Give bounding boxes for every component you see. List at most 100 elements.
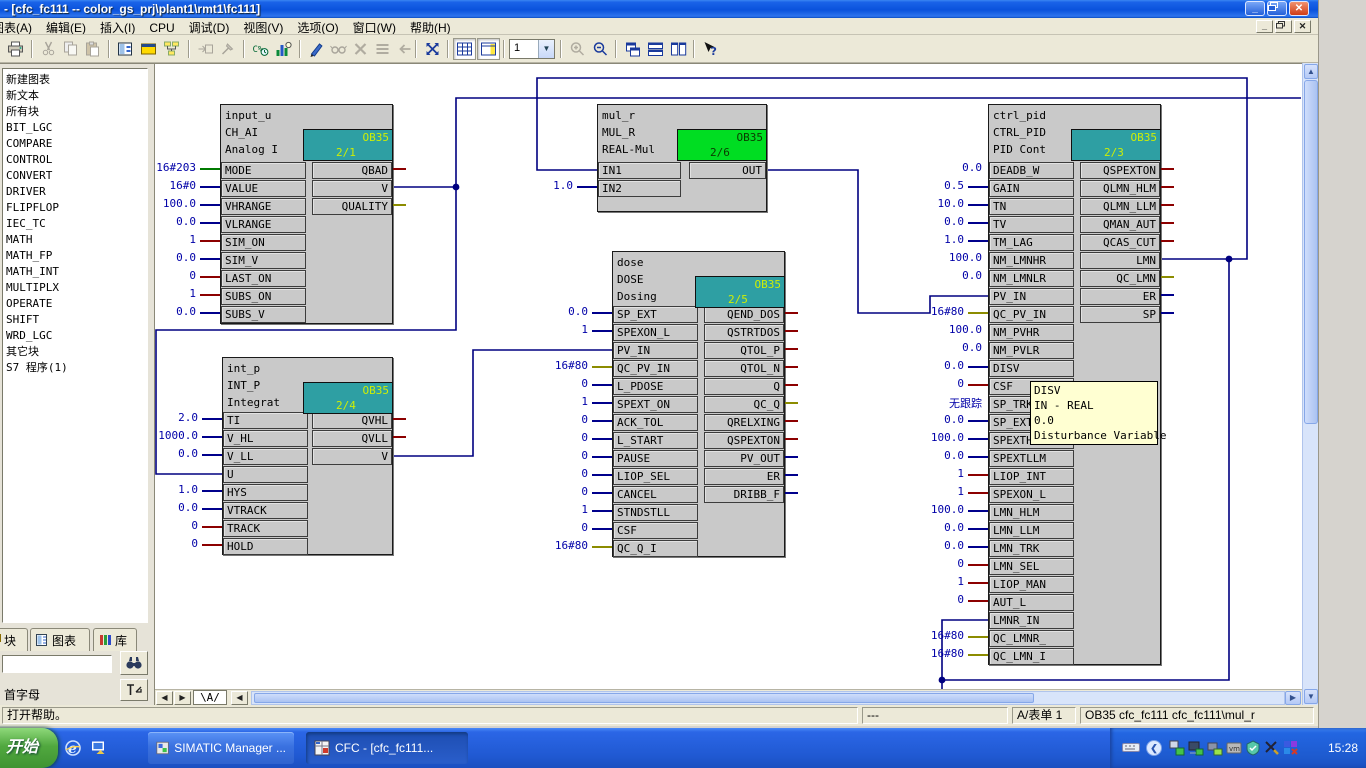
pin-value-dose-PAUSE[interactable]: 0 — [504, 449, 588, 462]
zoom-in-button[interactable] — [566, 38, 589, 60]
pin-value-dose-LIOP_SEL[interactable]: 0 — [504, 467, 588, 480]
pin-ctrl_pid-QSPEXTON[interactable]: QSPEXTON — [1080, 162, 1160, 179]
catalog-item-6[interactable]: CONVERT — [6, 168, 147, 184]
pin-ctrl_pid-NM_PVLR[interactable]: NM_PVLR — [989, 342, 1074, 359]
pin-int_p-V[interactable]: V — [312, 448, 392, 465]
pin-value-input_u-VALUE[interactable]: 16#0 — [155, 179, 196, 192]
pin-value-ctrl_pid-TV[interactable]: 0.0 — [880, 215, 964, 228]
pin-dose-Q[interactable]: Q — [704, 378, 784, 395]
pin-input_u-QUALITY[interactable]: QUALITY — [312, 198, 392, 215]
pin-dose-CSF[interactable]: CSF — [613, 522, 698, 539]
pin-value-input_u-LAST_ON[interactable]: 0 — [155, 269, 196, 282]
pin-value-ctrl_pid-LMN_LLM[interactable]: 0.0 — [880, 521, 964, 534]
pin-ctrl_pid-DEADB_W[interactable]: DEADB_W — [989, 162, 1074, 179]
pin-value-ctrl_pid-LMN_SEL[interactable]: 0 — [880, 557, 964, 570]
pin-value-dose-CSF[interactable]: 0 — [504, 521, 588, 534]
block-badge-dose[interactable]: OB352/5 — [695, 276, 785, 308]
menu-item-5[interactable]: 视图(V) — [236, 18, 290, 35]
child-restore-button[interactable] — [1275, 20, 1292, 33]
pin-value-dose-STNDSTLL[interactable]: 1 — [504, 503, 588, 516]
pin-ctrl_pid-QC_PV_IN[interactable]: QC_PV_IN — [989, 306, 1074, 323]
pin-int_p-V_LL[interactable]: V_LL — [223, 448, 308, 465]
menu-item-8[interactable]: 帮助(H) — [403, 18, 458, 35]
pin-dose-QTOL_P[interactable]: QTOL_P — [704, 342, 784, 359]
catalog-item-15[interactable]: SHIFT — [6, 312, 147, 328]
pin-value-input_u-SIM_V[interactable]: 0.0 — [155, 251, 196, 264]
pin-value-ctrl_pid-CSF[interactable]: 0 — [880, 377, 964, 390]
tile-vertical-button[interactable] — [667, 38, 690, 60]
pin-input_u-SUBS_ON[interactable]: SUBS_ON — [221, 288, 306, 305]
block-badge-ctrl_pid[interactable]: OB352/3 — [1071, 129, 1161, 161]
goto-block-button[interactable] — [194, 38, 217, 60]
pin-ctrl_pid-LMN_LLM[interactable]: LMN_LLM — [989, 522, 1074, 539]
catalog-item-4[interactable]: COMPARE — [6, 136, 147, 152]
pin-value-dose-QC_PV_IN[interactable]: 16#80 — [504, 359, 588, 372]
pin-value-int_p-HYS[interactable]: 1.0 — [155, 483, 198, 496]
tray-icon-vm[interactable]: vm — [1226, 740, 1242, 756]
pin-value-input_u-SUBS_V[interactable]: 0.0 — [155, 305, 196, 318]
pin-dose-L_START[interactable]: L_START — [613, 432, 698, 449]
pin-ctrl_pid-LMN_HLM[interactable]: LMN_HLM — [989, 504, 1074, 521]
block-dose[interactable]: doseDOSEDosingOB352/5SP_EXTSPEXON_LPV_IN… — [612, 251, 785, 557]
pin-int_p-V_HL[interactable]: V_HL — [223, 430, 308, 447]
start-button[interactable]: 开始 — [0, 728, 58, 768]
pin-dose-QTOL_N[interactable]: QTOL_N — [704, 360, 784, 377]
pin-value-ctrl_pid-NM_PVHR[interactable]: 100.0 — [898, 323, 982, 336]
hscroll-right-arrow[interactable]: ▶ — [1285, 691, 1301, 705]
print-button[interactable] — [4, 38, 27, 60]
pin-value-ctrl_pid-SPEXTLLM[interactable]: 0.0 — [880, 449, 964, 462]
pin-value-dose-ACK_TOL[interactable]: 0 — [504, 413, 588, 426]
catalog-tab-2[interactable]: 库 — [93, 628, 137, 651]
pin-value-ctrl_pid-TN[interactable]: 10.0 — [880, 197, 964, 210]
sheet-number-dropdown[interactable]: 1 ▼ — [509, 39, 555, 59]
pin-value-input_u-VHRANGE[interactable]: 100.0 — [155, 197, 196, 210]
child-minimize-button[interactable]: _ — [1256, 20, 1273, 33]
pin-value-ctrl_pid-SP_TRK[interactable]: 无跟踪 — [898, 395, 982, 411]
pin-button[interactable] — [216, 38, 239, 60]
pin-value-ctrl_pid-AUT_L[interactable]: 0 — [880, 593, 964, 606]
tray-collapse-chevron[interactable]: ❮ — [1146, 740, 1162, 756]
pin-ctrl_pid-LMN_TRK[interactable]: LMN_TRK — [989, 540, 1074, 557]
pin-value-ctrl_pid-DISV[interactable]: 0.0 — [880, 359, 964, 372]
pin-mul_r-IN1[interactable]: IN1 — [598, 162, 681, 179]
pin-input_u-VALUE[interactable]: VALUE — [221, 180, 306, 197]
pin-ctrl_pid-AUT_L[interactable]: AUT_L — [989, 594, 1074, 611]
pin-int_p-U[interactable]: U — [223, 466, 308, 483]
search-input[interactable] — [2, 655, 112, 673]
pin-ctrl_pid-SP[interactable]: SP — [1080, 306, 1160, 323]
tile-horizontal-button[interactable] — [644, 38, 667, 60]
pin-dose-ACK_TOL[interactable]: ACK_TOL — [613, 414, 698, 431]
pin-dose-SPEXON_L[interactable]: SPEXON_L — [613, 324, 698, 341]
pin-value-dose-SPEXON_L[interactable]: 1 — [504, 323, 588, 336]
catalog-tab-1[interactable]: 图表 — [30, 628, 90, 651]
pin-input_u-VHRANGE[interactable]: VHRANGE — [221, 198, 306, 215]
pin-value-dose-QC_Q_I[interactable]: 16#80 — [504, 539, 588, 552]
pin-dose-STNDSTLL[interactable]: STNDSTLL — [613, 504, 698, 521]
pin-value-dose-L_PDOSE[interactable]: 0 — [504, 377, 588, 390]
run-sequence-button[interactable]: C% — [249, 38, 272, 60]
block-mul_r[interactable]: mul_rMUL_RREAL-MulOB352/6IN1IN2OUT — [597, 104, 767, 212]
pin-ctrl_pid-TV[interactable]: TV — [989, 216, 1074, 233]
close-button[interactable]: ✕ — [1289, 1, 1309, 16]
pin-input_u-SUBS_V[interactable]: SUBS_V — [221, 306, 306, 323]
vscroll-up-arrow[interactable]: ▲ — [1304, 64, 1318, 79]
pin-value-dose-L_START[interactable]: 0 — [504, 431, 588, 444]
pin-int_p-HYS[interactable]: HYS — [223, 484, 308, 501]
pin-value-ctrl_pid-SPEXON_L[interactable]: 1 — [880, 485, 964, 498]
pin-dose-QSPEXTON[interactable]: QSPEXTON — [704, 432, 784, 449]
block-badge-input_u[interactable]: OB352/1 — [303, 129, 393, 161]
pin-mul_r-IN2[interactable]: IN2 — [598, 180, 681, 197]
pin-mul_r-OUT[interactable]: OUT — [689, 162, 766, 179]
catalog-item-17[interactable]: 其它块 — [6, 344, 147, 360]
pin-value-ctrl_pid-LIOP_MAN[interactable]: 1 — [880, 575, 964, 588]
pin-input_u-SIM_V[interactable]: SIM_V — [221, 252, 306, 269]
pin-ctrl_pid-LIOP_MAN[interactable]: LIOP_MAN — [989, 576, 1074, 593]
cascade-windows-button[interactable] — [621, 38, 644, 60]
pin-ctrl_pid-LMNR_IN[interactable]: LMNR_IN — [989, 612, 1074, 629]
pin-value-input_u-MODE[interactable]: 16#203 — [155, 161, 196, 174]
menu-item-4[interactable]: 调试(D) — [182, 18, 237, 35]
pin-value-input_u-SIM_ON[interactable]: 1 — [155, 233, 196, 246]
pin-dose-SP_EXT[interactable]: SP_EXT — [613, 306, 698, 323]
pin-int_p-HOLD[interactable]: HOLD — [223, 538, 308, 555]
grid-view-button[interactable] — [453, 38, 476, 60]
